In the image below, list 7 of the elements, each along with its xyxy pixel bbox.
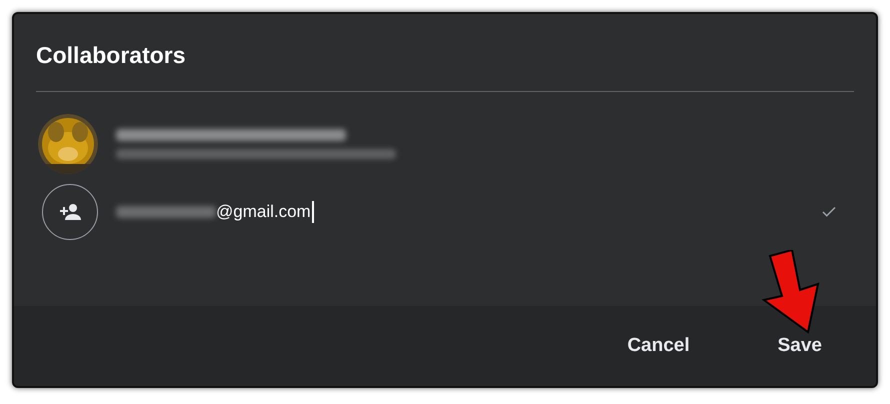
email-value: @gmail.com	[216, 200, 311, 223]
add-person-icon	[42, 184, 98, 240]
save-button[interactable]: Save	[754, 324, 846, 368]
email-field[interactable]: @gmail.com	[116, 198, 802, 224]
cancel-button[interactable]: Cancel	[603, 324, 714, 368]
dialog-title: Collaborators	[36, 41, 187, 70]
text-cursor	[312, 200, 314, 222]
